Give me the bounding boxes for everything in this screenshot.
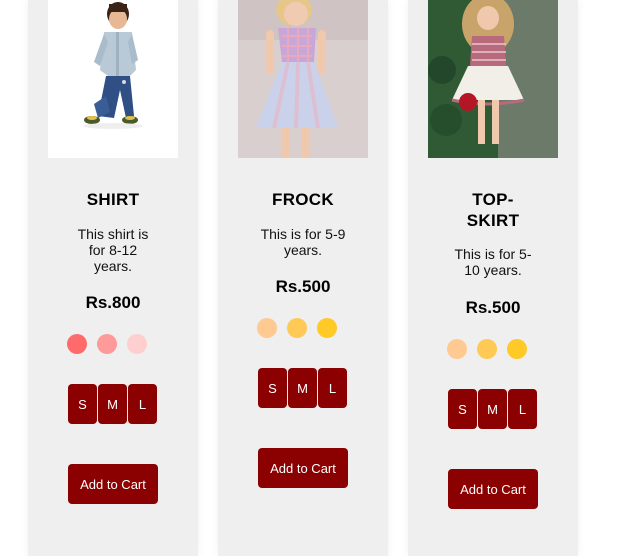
color-swatches	[67, 334, 147, 354]
product-price: Rs.500	[275, 277, 331, 296]
color-swatch[interactable]	[67, 334, 87, 354]
color-swatch[interactable]	[127, 334, 147, 354]
product-image-top-skirt	[428, 0, 558, 158]
product-card-top-skirt: TOP-SKIRT This is for 5-10 years. Rs.500…	[408, 0, 578, 556]
add-to-cart-button[interactable]: Add to Cart	[258, 448, 348, 488]
color-swatch[interactable]	[447, 339, 467, 359]
product-card-shirt: SHIRT This shirt is for 8-12 years. Rs.8…	[28, 0, 198, 556]
color-swatches	[447, 339, 527, 359]
product-price: Rs.500	[465, 298, 521, 317]
color-swatch[interactable]	[97, 334, 117, 354]
size-button-l[interactable]: L	[318, 368, 347, 408]
add-to-cart-button[interactable]: Add to Cart	[68, 464, 158, 504]
color-swatch[interactable]	[477, 339, 497, 359]
product-image-shirt	[48, 0, 178, 158]
size-selector: S M L	[448, 389, 537, 429]
color-swatch[interactable]	[507, 339, 527, 359]
size-selector: S M L	[258, 368, 347, 408]
size-button-s[interactable]: S	[448, 389, 477, 429]
product-title: SHIRT	[86, 190, 140, 209]
product-description: This is for 5-10 years.	[454, 246, 532, 278]
product-card-frock: FROCK This is for 5-9 years. Rs.500 S M …	[218, 0, 388, 556]
size-button-m[interactable]: M	[478, 389, 507, 429]
size-button-l[interactable]: L	[508, 389, 537, 429]
color-swatches	[257, 318, 337, 338]
product-title: FROCK	[272, 190, 334, 209]
color-swatch[interactable]	[287, 318, 307, 338]
product-description: This is for 5-9 years.	[260, 226, 346, 258]
size-button-m[interactable]: M	[98, 384, 127, 424]
size-button-s[interactable]: S	[68, 384, 97, 424]
color-swatch[interactable]	[257, 318, 277, 338]
product-title: TOP-SKIRT	[466, 190, 520, 230]
product-image-frock	[238, 0, 368, 158]
size-button-m[interactable]: M	[288, 368, 317, 408]
product-price: Rs.800	[85, 293, 141, 312]
size-button-s[interactable]: S	[258, 368, 287, 408]
color-swatch[interactable]	[317, 318, 337, 338]
size-button-l[interactable]: L	[128, 384, 157, 424]
product-grid: SHIRT This shirt is for 8-12 years. Rs.8…	[0, 0, 620, 556]
add-to-cart-button[interactable]: Add to Cart	[448, 469, 538, 509]
size-selector: S M L	[68, 384, 157, 424]
product-description: This shirt is for 8-12 years.	[77, 226, 149, 274]
